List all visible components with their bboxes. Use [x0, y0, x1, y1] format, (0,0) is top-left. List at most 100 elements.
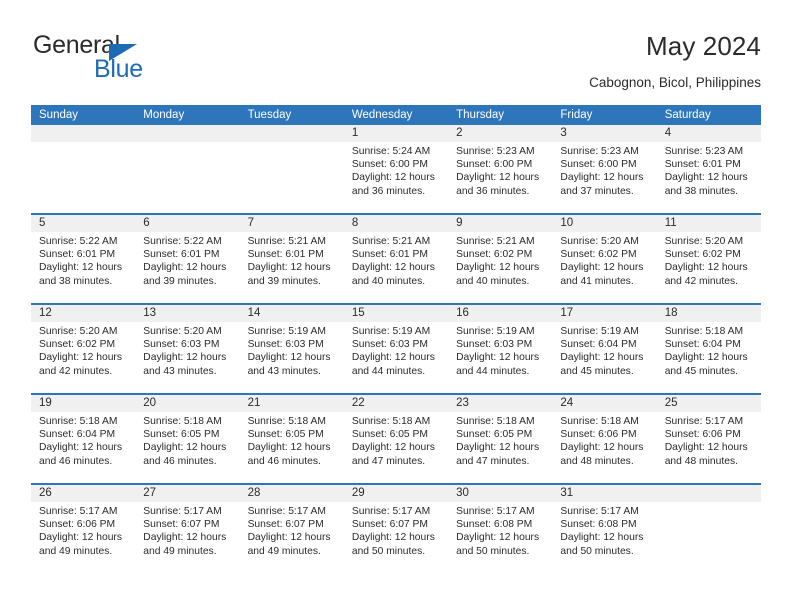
day-cell-24[interactable]: Sunrise: 5:18 AM Sunset: 6:06 PM Daylight:… [552, 412, 656, 483]
day-number-1[interactable]: 1 [344, 125, 448, 142]
calendar-week-row: 1 2 3 4 Sunrise: 5:24 AM Sunset: 6:00 PM Dayli… [31, 125, 761, 213]
day-number-11[interactable]: 11 [657, 215, 761, 232]
day-number-18[interactable]: 18 [657, 305, 761, 322]
day-number-16[interactable]: 16 [448, 305, 552, 322]
day-number-31[interactable]: 31 [552, 485, 656, 502]
day-number-4[interactable]: 4 [657, 125, 761, 142]
day-detail-line: Sunset: 6:05 PM [247, 429, 324, 441]
day-number-28[interactable]: 28 [240, 485, 344, 502]
page-subtitle-location: Cabognon, Bicol, Philippines [589, 75, 761, 90]
day-detail-line: and 46 minutes. [143, 455, 217, 467]
day-number-25[interactable]: 25 [657, 395, 761, 412]
day-cell-5[interactable]: Sunrise: 5:22 AM Sunset: 6:01 PM Daylight:… [31, 232, 135, 303]
day-cell-11[interactable]: Sunrise: 5:20 AM Sunset: 6:02 PM Daylight:… [657, 232, 761, 303]
day-detail-line: Daylight: 12 hours [664, 442, 748, 454]
day-detail-line: Sunrise: 5:20 AM [143, 326, 222, 337]
day-number-23[interactable]: 23 [448, 395, 552, 412]
day-cell-18[interactable]: Sunrise: 5:18 AM Sunset: 6:04 PM Daylight:… [657, 322, 761, 393]
calendar-week-row: 26 27 28 29 30 31 Sunrise: 5:17 AM Sunset: 6:06… [31, 483, 761, 573]
day-cell-22[interactable]: Sunrise: 5:18 AM Sunset: 6:05 PM Daylight:… [344, 412, 448, 483]
day-number-21[interactable]: 21 [240, 395, 344, 412]
day-number-17[interactable]: 17 [552, 305, 656, 322]
day-cell-8[interactable]: Sunrise: 5:21 AM Sunset: 6:01 PM Daylight:… [344, 232, 448, 303]
day-cell-23[interactable]: Sunrise: 5:18 AM Sunset: 6:05 PM Daylight:… [448, 412, 552, 483]
day-detail-line: and 47 minutes. [351, 455, 426, 467]
day-number-30[interactable]: 30 [448, 485, 552, 502]
day-cell-10[interactable]: Sunrise: 5:20 AM Sunset: 6:02 PM Daylight:… [552, 232, 656, 303]
day-number-8[interactable]: 8 [344, 215, 448, 232]
day-detail-line: Daylight: 12 hours [560, 532, 644, 544]
day-detail-line: and 36 minutes. [456, 185, 530, 197]
day-cell-14[interactable]: Sunrise: 5:19 AM Sunset: 6:03 PM Daylight:… [240, 322, 344, 393]
day-cell-21[interactable]: Sunrise: 5:18 AM Sunset: 6:05 PM Daylight:… [240, 412, 344, 483]
day-cell-13[interactable]: Sunrise: 5:20 AM Sunset: 6:03 PM Daylight:… [135, 322, 239, 393]
day-cell-empty [657, 502, 761, 573]
day-number-19[interactable]: 19 [31, 395, 135, 412]
week-detail-band: Sunrise: 5:20 AM Sunset: 6:02 PM Daylight:… [31, 322, 761, 393]
calendar-page: General Blue May 2024 Cabognon, Bicol, P… [0, 0, 792, 612]
day-cell-19[interactable]: Sunrise: 5:18 AM Sunset: 6:04 PM Daylight:… [31, 412, 135, 483]
day-number-5[interactable]: 5 [31, 215, 135, 232]
day-number-empty [240, 125, 344, 142]
day-detail-line: Daylight: 12 hours [39, 262, 122, 274]
day-cell-28[interactable]: Sunrise: 5:17 AM Sunset: 6:07 PM Daylight:… [240, 502, 344, 573]
day-detail-line: and 46 minutes. [39, 455, 113, 467]
day-number-26[interactable]: 26 [31, 485, 135, 502]
day-detail-line: Sunrise: 5:20 AM [39, 326, 118, 337]
day-number-14[interactable]: 14 [240, 305, 344, 322]
day-cell-15[interactable]: Sunrise: 5:19 AM Sunset: 6:03 PM Daylight:… [344, 322, 448, 393]
week-detail-band: Sunrise: 5:17 AM Sunset: 6:06 PM Daylight:… [31, 502, 761, 573]
day-cell-7[interactable]: Sunrise: 5:21 AM Sunset: 6:01 PM Daylight:… [240, 232, 344, 303]
weekday-header-row: Sunday Monday Tuesday Wednesday Thursday Frid… [31, 105, 761, 125]
day-number-22[interactable]: 22 [344, 395, 448, 412]
day-cell-4[interactable]: Sunrise: 5:23 AM Sunset: 6:01 PM Daylight:… [657, 142, 761, 213]
day-cell-3[interactable]: Sunrise: 5:23 AM Sunset: 6:00 PM Daylight:… [552, 142, 656, 213]
day-cell-2[interactable]: Sunrise: 5:23 AM Sunset: 6:00 PM Daylight:… [448, 142, 552, 213]
day-detail-line: and 39 minutes. [247, 275, 321, 287]
day-cell-27[interactable]: Sunrise: 5:17 AM Sunset: 6:07 PM Daylight:… [135, 502, 239, 573]
day-detail-line: Sunrise: 5:22 AM [39, 236, 118, 247]
day-number-15[interactable]: 15 [344, 305, 448, 322]
day-number-27[interactable]: 27 [135, 485, 239, 502]
day-number-3[interactable]: 3 [552, 125, 656, 142]
day-number-9[interactable]: 9 [448, 215, 552, 232]
day-number-10[interactable]: 10 [552, 215, 656, 232]
day-cell-29[interactable]: Sunrise: 5:17 AM Sunset: 6:07 PM Daylight:… [344, 502, 448, 573]
day-detail-line: Sunrise: 5:23 AM [664, 146, 744, 157]
day-number-20[interactable]: 20 [135, 395, 239, 412]
day-detail-line: Sunrise: 5:19 AM [247, 326, 326, 337]
day-cell-31[interactable]: Sunrise: 5:17 AM Sunset: 6:08 PM Daylight:… [552, 502, 656, 573]
day-cell-1[interactable]: Sunrise: 5:24 AM Sunset: 6:00 PM Daylight:… [344, 142, 448, 213]
day-detail-line: Sunrise: 5:21 AM [456, 236, 535, 247]
day-detail-line: Daylight: 12 hours [456, 532, 540, 544]
day-cell-6[interactable]: Sunrise: 5:22 AM Sunset: 6:01 PM Daylight:… [135, 232, 239, 303]
day-detail-line: and 43 minutes. [143, 365, 217, 377]
day-detail-line: Sunrise: 5:18 AM [247, 416, 326, 427]
day-detail-line: and 49 minutes. [143, 545, 217, 557]
day-cell-25[interactable]: Sunrise: 5:17 AM Sunset: 6:06 PM Daylight:… [657, 412, 761, 483]
day-number-empty [135, 125, 239, 142]
day-cell-17[interactable]: Sunrise: 5:19 AM Sunset: 6:04 PM Daylight:… [552, 322, 656, 393]
day-cell-26[interactable]: Sunrise: 5:17 AM Sunset: 6:06 PM Daylight:… [31, 502, 135, 573]
day-detail-line: Sunrise: 5:21 AM [351, 236, 431, 247]
day-number-29[interactable]: 29 [344, 485, 448, 502]
day-cell-30[interactable]: Sunrise: 5:17 AM Sunset: 6:08 PM Daylight:… [448, 502, 552, 573]
day-detail-line: Daylight: 12 hours [664, 262, 748, 274]
general-blue-logo[interactable]: General Blue [33, 32, 233, 88]
day-detail-line: and 44 minutes. [456, 365, 530, 377]
day-detail-line: Sunset: 6:01 PM [143, 249, 220, 261]
day-number-12[interactable]: 12 [31, 305, 135, 322]
day-cell-20[interactable]: Sunrise: 5:18 AM Sunset: 6:05 PM Daylight:… [135, 412, 239, 483]
calendar-week-row: 12 13 14 15 16 17 18 Sunrise: 5:20 AM Sunset: 6:… [31, 303, 761, 393]
day-detail-line: Daylight: 12 hours [351, 262, 435, 274]
day-number-6[interactable]: 6 [135, 215, 239, 232]
day-cell-16[interactable]: Sunrise: 5:19 AM Sunset: 6:03 PM Daylight:… [448, 322, 552, 393]
weekday-header-thursday: Thursday [456, 109, 505, 121]
day-number-24[interactable]: 24 [552, 395, 656, 412]
day-number-2[interactable]: 2 [448, 125, 552, 142]
day-number-13[interactable]: 13 [135, 305, 239, 322]
day-detail-line: and 42 minutes. [664, 275, 738, 287]
day-cell-12[interactable]: Sunrise: 5:20 AM Sunset: 6:02 PM Daylight:… [31, 322, 135, 393]
day-number-7[interactable]: 7 [240, 215, 344, 232]
day-cell-9[interactable]: Sunrise: 5:21 AM Sunset: 6:02 PM Daylight:… [448, 232, 552, 303]
